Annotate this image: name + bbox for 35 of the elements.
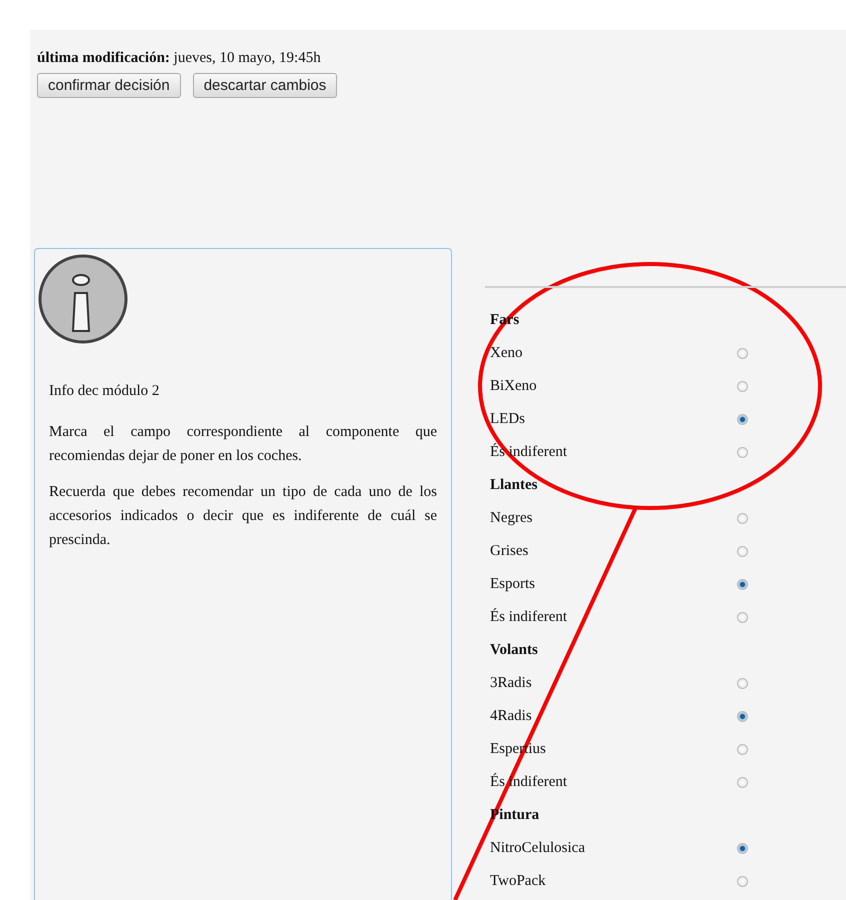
confirm-button[interactable]: confirmar decisión [37,73,181,98]
radio-button[interactable] [737,414,748,425]
option-label: NitroCelulosica [490,840,586,857]
info-paragraph: Marca el campo correspondiente al componente que recomiendas dejar de poner en los coches. [49,423,437,466]
radio-button[interactable] [737,447,748,458]
option-label: És indiferent [490,609,568,626]
radio-button[interactable] [737,612,748,623]
radio-button[interactable] [737,876,748,887]
radio-button[interactable] [737,381,748,392]
info-paragraph: Recuerda que debes recomendar un tipo de cada uno de los accesorios indicados o decir que es indiferente de cuál se prescinda. [49,483,437,550]
option-label: Xeno [490,345,524,362]
radio-button[interactable] [737,579,748,590]
info-icon [37,253,129,345]
option-label: Grises [490,543,530,560]
option-label: LEDs [490,411,526,428]
radio-button[interactable] [737,348,748,359]
last-modified-text: última modificación: jueves, 10 mayo, 19:45h [37,50,322,67]
radio-button[interactable] [737,513,748,524]
option-label: Esports [490,576,536,593]
option-label: BiXeno [490,378,538,395]
option-label: 3Radis [490,675,533,692]
info-title: Info dec módulo 2 [49,383,160,400]
group-heading: Volants [489,641,539,660]
group-heading: Llantes [489,476,539,495]
radio-button[interactable] [737,777,748,788]
option-label: TwoPack [490,873,547,890]
radio-button[interactable] [737,744,748,755]
radio-button[interactable] [737,711,748,722]
option-label: Negres [490,510,534,527]
radio-button[interactable] [737,546,748,557]
radio-button[interactable] [737,843,748,854]
option-label: És indiferent [490,444,568,461]
option-label: 4Radis [490,708,533,725]
discard-button[interactable]: descartar cambios [192,73,338,98]
radio-button[interactable] [737,678,748,689]
